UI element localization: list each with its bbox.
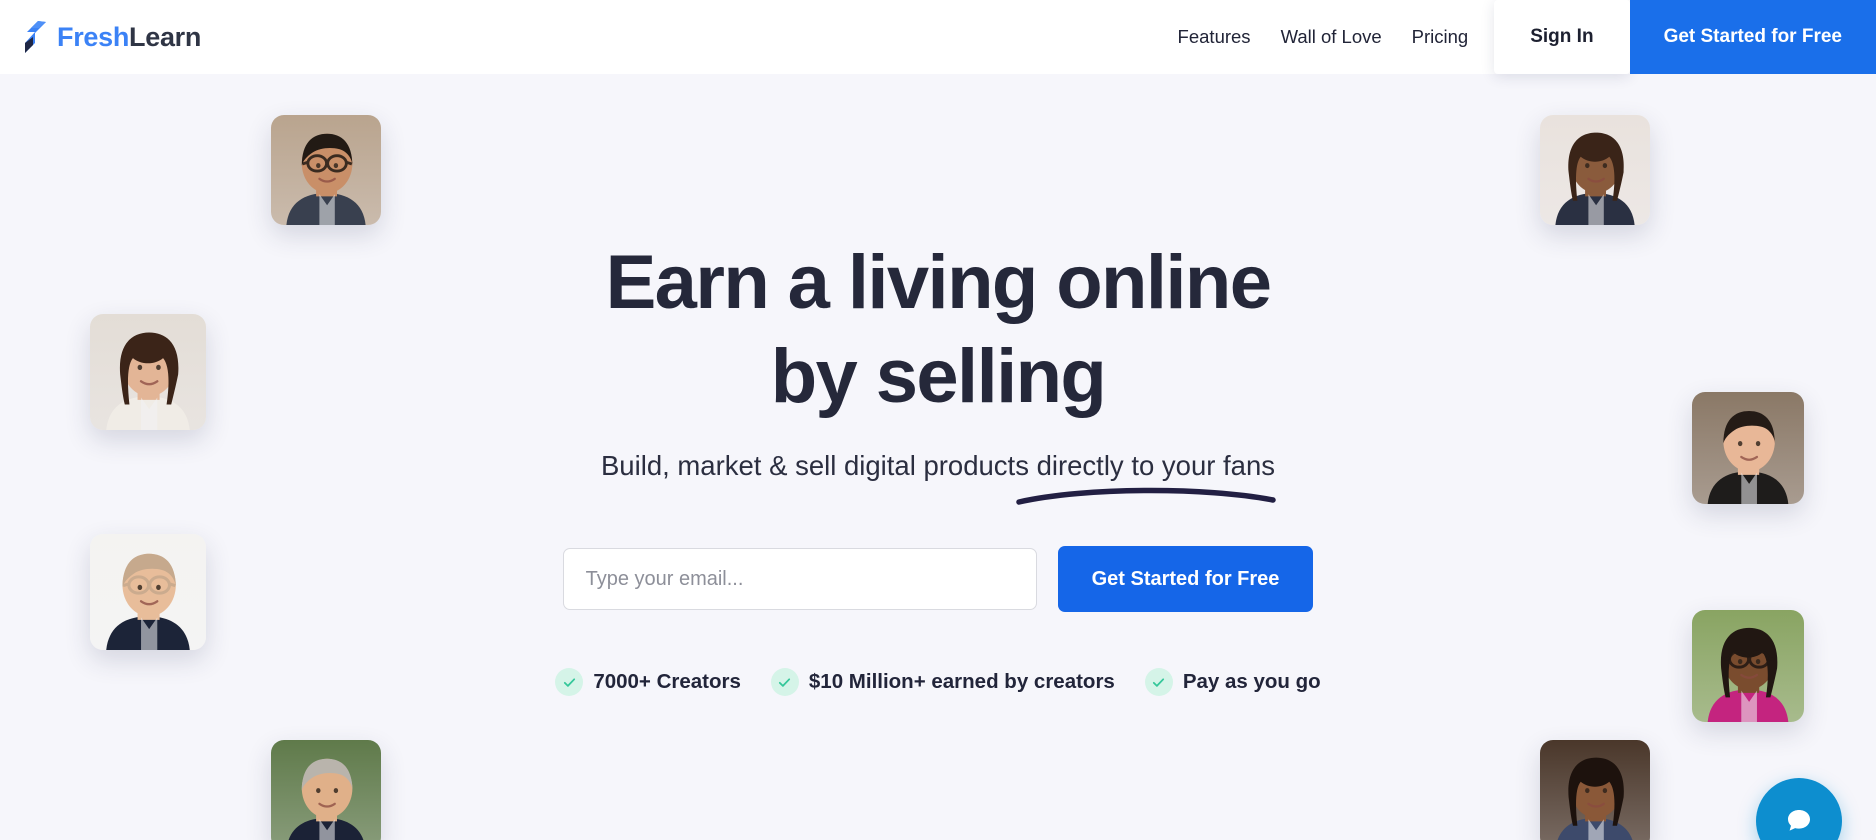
avatar-creator-4 xyxy=(271,740,381,840)
avatar-creator-7 xyxy=(1692,610,1804,722)
avatar-photo xyxy=(1692,392,1804,504)
avatar-creator-2 xyxy=(90,314,206,430)
nav-link-pricing[interactable]: Pricing xyxy=(1412,26,1469,48)
hero-get-started-button[interactable]: Get Started for Free xyxy=(1057,546,1314,612)
nav-link-wall-of-love[interactable]: Wall of Love xyxy=(1281,26,1382,48)
chat-bubble-icon xyxy=(1788,810,1810,831)
check-icon xyxy=(555,668,584,696)
avatar-photo xyxy=(90,534,206,650)
badge-earnings: $10 Million+ earned by creators xyxy=(770,668,1115,696)
avatar-creator-5 xyxy=(1540,115,1650,225)
brand-text: FreshLearn xyxy=(57,22,201,53)
avatar-photo xyxy=(90,314,206,430)
freshlearn-logo-icon xyxy=(25,21,46,53)
hero-section: Earn a living online by selling Build, m… xyxy=(0,74,1876,840)
header-get-started-button[interactable]: Get Started for Free xyxy=(1629,0,1876,74)
avatar-photo xyxy=(1540,740,1650,840)
email-input[interactable] xyxy=(562,548,1037,610)
badge-pricing-model-label: Pay as you go xyxy=(1182,670,1321,693)
avatar-creator-1 xyxy=(271,115,381,225)
email-signup-form: Get Started for Free xyxy=(448,546,1428,612)
site-header: FreshLearn Features Wall of Love Pricing… xyxy=(0,0,1876,74)
hero-get-started-label: Get Started for Free xyxy=(1091,567,1280,590)
hero-content: Earn a living online by selling Build, m… xyxy=(448,74,1428,696)
brand-text-fresh: Fresh xyxy=(57,21,130,52)
chat-widget-button[interactable] xyxy=(1756,778,1842,840)
brand-text-learn: Learn xyxy=(129,21,202,52)
sign-in-button[interactable]: Sign In xyxy=(1494,0,1630,74)
hero-subheadline-wrap: Build, market & sell digital products di… xyxy=(600,448,1276,505)
hero-subheadline: Build, market & sell digital products di… xyxy=(600,450,1276,481)
avatar-creator-8 xyxy=(1540,740,1650,840)
avatar-photo xyxy=(1692,610,1804,722)
badge-creators-label: 7000+ Creators xyxy=(593,670,741,693)
check-icon xyxy=(1144,668,1173,696)
sign-in-label: Sign In xyxy=(1530,26,1594,47)
page-title: Earn a living online by selling xyxy=(448,236,1428,424)
avatar-photo xyxy=(1540,115,1650,225)
avatar-creator-6 xyxy=(1692,392,1804,504)
nav-link-list: Features Wall of Love Pricing xyxy=(1178,26,1469,48)
avatar-photo xyxy=(271,740,381,840)
avatar-photo xyxy=(271,115,381,225)
hand-drawn-underline-icon xyxy=(1016,487,1276,505)
header-get-started-label: Get Started for Free xyxy=(1663,26,1842,47)
headline-line-1: Earn a living online xyxy=(605,240,1272,325)
nav-link-features[interactable]: Features xyxy=(1178,26,1251,48)
main-navigation: Features Wall of Love Pricing Sign In Ge… xyxy=(1178,0,1876,74)
brand-logo[interactable]: FreshLearn xyxy=(22,20,201,54)
badge-earnings-label: $10 Million+ earned by creators xyxy=(808,670,1115,693)
social-proof-badges: 7000+ Creators $10 Million+ earned by cr… xyxy=(448,668,1428,696)
badge-creators: 7000+ Creators xyxy=(555,668,741,696)
check-icon xyxy=(770,668,799,696)
badge-pricing-model: Pay as you go xyxy=(1144,668,1321,696)
avatar-creator-3 xyxy=(90,534,206,650)
headline-line-2: by selling xyxy=(770,334,1107,419)
